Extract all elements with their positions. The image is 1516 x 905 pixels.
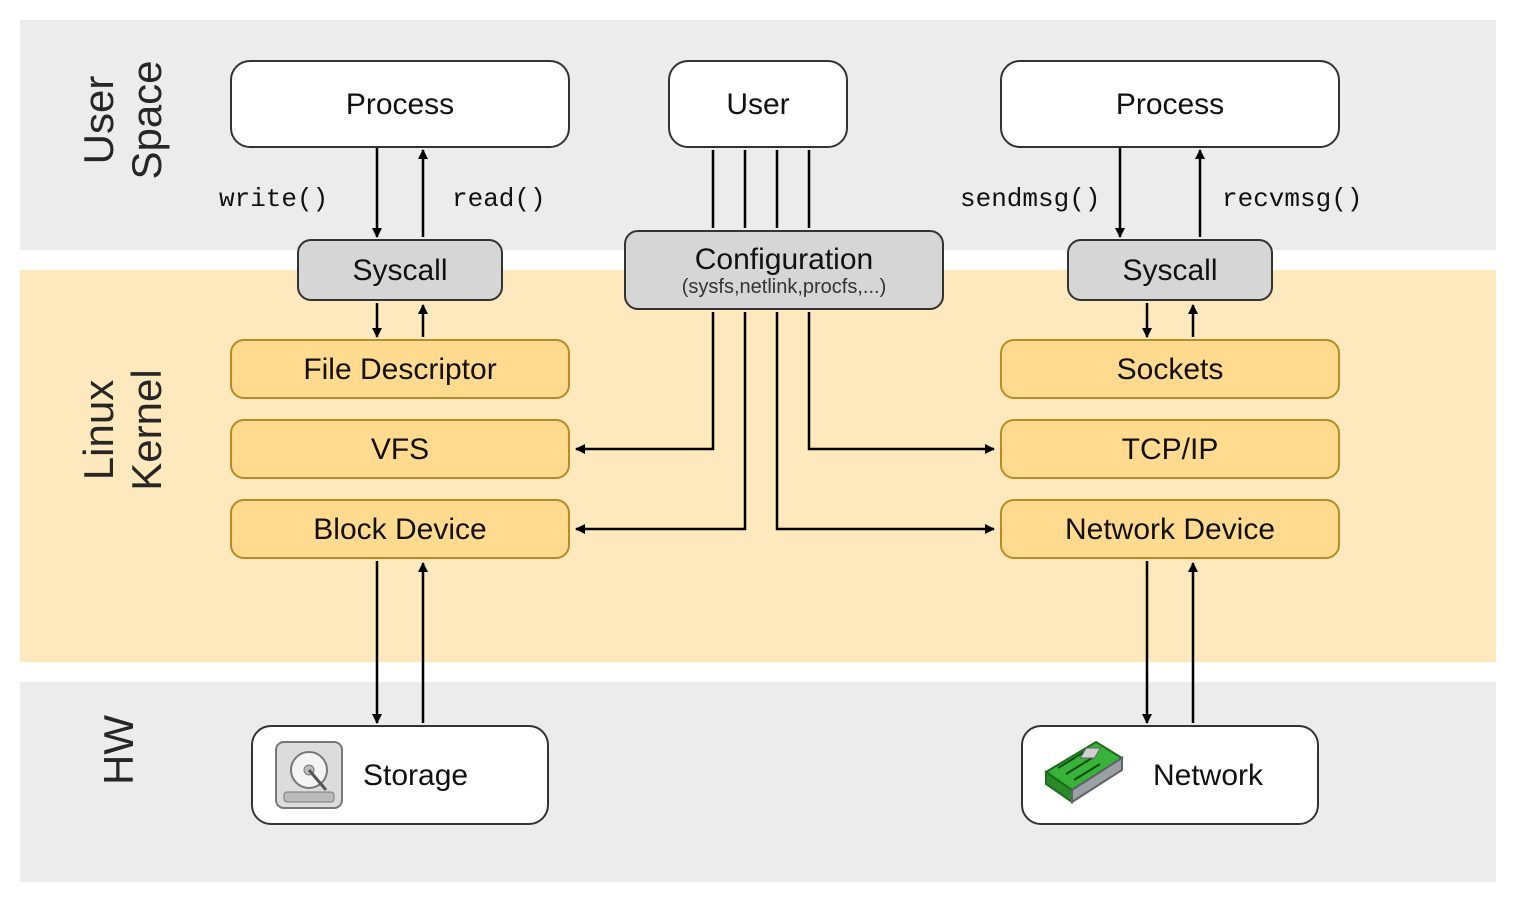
label-write: write() (219, 184, 328, 214)
label-linux-kernel: Linux Kernel (75, 270, 171, 590)
box-user: User (668, 60, 848, 148)
box-process-left: Process (230, 60, 570, 148)
label-recvmsg: recvmsg() (1222, 184, 1362, 214)
box-tcpip: TCP/IP (1000, 419, 1340, 479)
box-block-device: Block Device (230, 499, 570, 559)
box-syscall-left: Syscall (297, 239, 503, 301)
network-card-icon (1036, 738, 1128, 812)
storage-icon (270, 736, 348, 814)
box-file-descriptor: File Descriptor (230, 339, 570, 399)
label-read: read() (452, 184, 546, 214)
box-configuration: Configuration (sysfs,netlink,procfs,...) (624, 230, 944, 310)
box-syscall-right: Syscall (1067, 239, 1273, 301)
label-hw: HW (95, 680, 143, 820)
label-user-space: User Space (75, 20, 171, 220)
box-vfs: VFS (230, 419, 570, 479)
label-sendmsg: sendmsg() (960, 184, 1100, 214)
box-sockets: Sockets (1000, 339, 1340, 399)
box-network-device: Network Device (1000, 499, 1340, 559)
box-process-right: Process (1000, 60, 1340, 148)
diagram-stage: User Space Linux Kernel HW Process Sysca… (0, 0, 1516, 905)
